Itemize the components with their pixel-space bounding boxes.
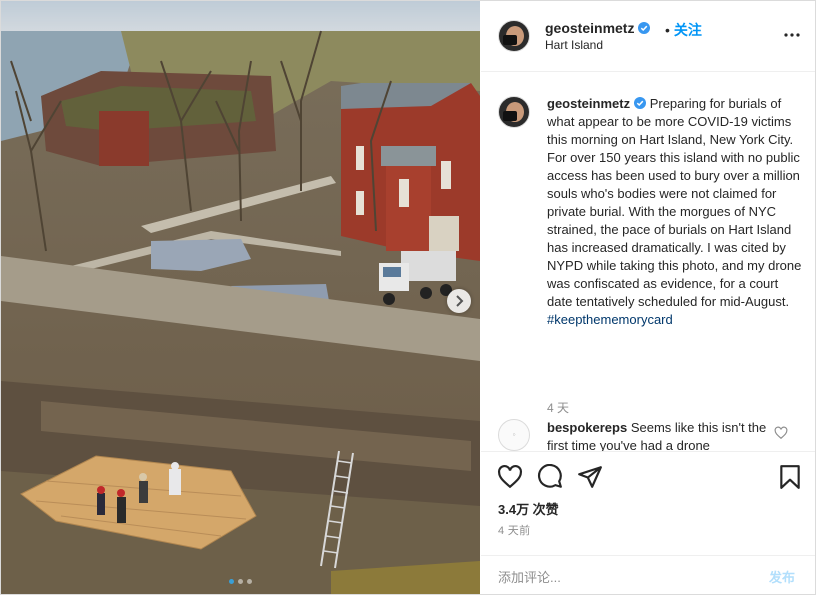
share-icon[interactable] — [577, 464, 603, 490]
post-photo[interactable] — [1, 1, 480, 594]
post-header: geosteinmetz • 关注 Hart Island — [481, 1, 815, 72]
avatar[interactable]: ○ — [498, 419, 530, 451]
carousel-dot — [238, 579, 243, 584]
caption-text: geosteinmetz Preparing for burials of wh… — [547, 95, 803, 329]
likes-count[interactable]: 3.4万 次赞 — [498, 499, 559, 518]
verified-badge-icon — [634, 97, 647, 109]
next-arrow-icon — [456, 295, 464, 307]
heart-icon[interactable] — [774, 426, 788, 440]
more-options-icon[interactable] — [783, 26, 801, 44]
avatar[interactable] — [498, 20, 530, 52]
next-slide-button[interactable] — [447, 289, 471, 313]
carousel-dot — [247, 579, 252, 584]
avatar[interactable] — [498, 96, 530, 128]
location-link[interactable]: Hart Island — [545, 38, 603, 52]
username-link[interactable]: geosteinmetz — [545, 20, 634, 36]
heart-icon[interactable] — [497, 464, 523, 490]
follow-label[interactable]: 关注 — [674, 22, 702, 38]
post-username[interactable]: geosteinmetz — [545, 20, 651, 36]
hashtag-link[interactable]: #keepthememorycard — [547, 312, 673, 327]
separator-dot: • — [665, 22, 670, 38]
bookmark-icon[interactable] — [777, 464, 803, 490]
comment-item: ○ bespokereps Seems like this isn't the … — [498, 417, 803, 451]
carousel-dot — [229, 579, 234, 584]
follow-button[interactable]: • 关注 — [665, 20, 702, 40]
caption-time: 4 天 — [547, 401, 570, 415]
comment-input[interactable]: 添加评论... — [498, 567, 561, 586]
carousel-indicator — [1, 579, 480, 584]
verified-badge-icon — [638, 22, 651, 34]
comment-username[interactable]: bespokereps — [547, 420, 627, 435]
comments-section[interactable]: geosteinmetz Preparing for burials of wh… — [481, 73, 815, 451]
comment-icon[interactable] — [537, 464, 563, 490]
comment-text: bespokereps Seems like this isn't the fi… — [547, 419, 767, 451]
post-side-panel: geosteinmetz • 关注 Hart Island geosteinmet… — [481, 1, 815, 594]
aerial-photo-illustration — [1, 1, 480, 594]
post-comment-button[interactable]: 发布 — [769, 567, 795, 586]
caption-body: Preparing for burials of what appear to … — [547, 96, 802, 309]
action-bar: 3.4万 次赞 4 天前 添加评论... 发布 — [481, 451, 815, 594]
caption-username[interactable]: geosteinmetz — [547, 96, 630, 111]
post-timestamp[interactable]: 4 天前 — [498, 522, 530, 538]
add-comment-bar: 添加评论... 发布 — [481, 555, 815, 595]
